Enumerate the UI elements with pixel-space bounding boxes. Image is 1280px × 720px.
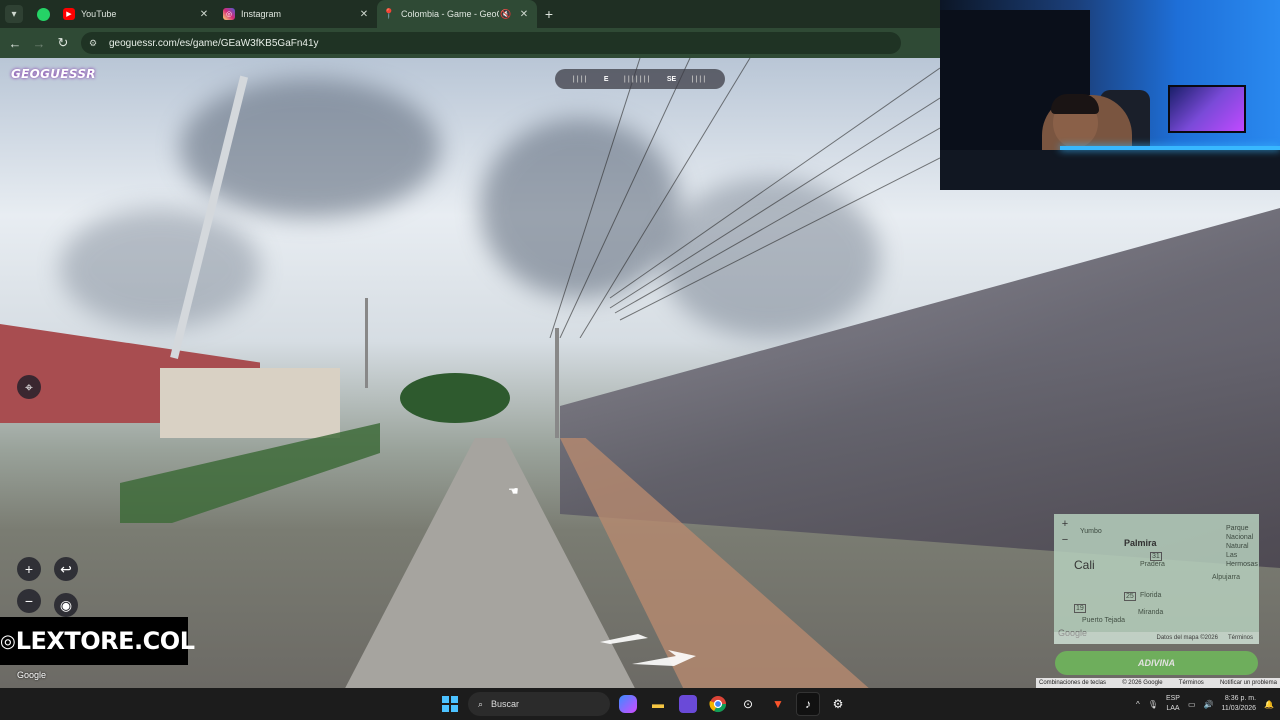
forward-icon[interactable]: →	[27, 36, 51, 51]
volume-icon[interactable]: 🔊	[1204, 700, 1214, 709]
tiktok-icon[interactable]: ♪	[796, 692, 820, 716]
hand-cursor-icon: ☚	[508, 484, 519, 498]
network-icon[interactable]: ▭	[1188, 700, 1196, 709]
place-pradera: Pradera	[1140, 561, 1165, 568]
tab-title: Colombia - Game - GeoGu	[401, 9, 499, 19]
tab-geoguessr[interactable]: 📍 Colombia - Game - GeoGu 🔇 ✕	[377, 0, 537, 28]
file-explorer-icon[interactable]: ▬	[646, 692, 670, 716]
notifications-icon[interactable]: 🔔	[1264, 700, 1274, 709]
url-field[interactable]: ⚙ geoguessr.com/es/game/GEaW3fKB5GaFn41y	[81, 32, 901, 54]
keyboard-shortcuts-link[interactable]: Combinaciones de teclas	[1039, 680, 1106, 686]
streamer-watermark: ◎ LEXTORE.COL	[0, 617, 195, 665]
time-text: 8:36 p. m.	[1224, 695, 1257, 702]
date-text: 11/03/2026	[1221, 705, 1257, 712]
layout-code: LAA	[1166, 705, 1180, 712]
chevron-up-icon[interactable]: ^	[1136, 700, 1140, 709]
place-puerto-tejada: Puerto Tejada	[1082, 617, 1126, 624]
road-shield: 31	[1150, 552, 1162, 561]
place-parque: Parque Nacional Natural Las Hermosas	[1226, 525, 1258, 568]
windows-taskbar: ⌕ Buscar ▬ ⊙ ▼ ♪ ⚙ ^ 🎙 ESP LAA ▭ 🔊 8:36 …	[0, 688, 1280, 720]
taskbar-search[interactable]: ⌕ Buscar	[468, 692, 610, 716]
place-miranda: Miranda	[1138, 609, 1164, 616]
search-icon: ⌕	[478, 698, 484, 709]
undo-move-icon[interactable]: ↩	[54, 557, 78, 581]
compass-bar: |||| E ||||||| SE ||||	[555, 69, 725, 89]
close-tab-icon[interactable]: ✕	[517, 9, 531, 20]
map-pin-icon: 📍	[382, 8, 396, 20]
return-to-start-icon[interactable]: ◉	[54, 593, 78, 617]
language-indicator[interactable]: ESP LAA	[1166, 694, 1180, 714]
place-alpujarra: Alpujarra	[1212, 574, 1241, 581]
map-attribution: Datos del mapa ©2026 Términos	[1054, 632, 1259, 644]
microphone-icon[interactable]: 🎙	[1148, 700, 1158, 709]
instagram-icon: ◎	[223, 8, 235, 20]
copyright-text: © 2026 Google	[1122, 680, 1163, 686]
new-tab-button[interactable]: +	[537, 0, 561, 28]
site-info-icon[interactable]: ⚙	[89, 38, 103, 49]
road-shield: 25	[1124, 592, 1136, 601]
guess-button[interactable]: ADIVINA	[1055, 651, 1258, 675]
tab-instagram[interactable]: ◎ Instagram ✕	[217, 0, 377, 28]
zoom-out-button[interactable]: −	[17, 589, 41, 613]
close-tab-icon[interactable]: ✕	[197, 9, 211, 20]
whatsapp-icon	[36, 7, 50, 21]
browser-tab-bar: ▾ ▶ YouTube ✕ ◎ Instagram ✕ 📍 Colombia -…	[0, 0, 940, 28]
geoguessr-logo[interactable]: GEOGUESSR	[11, 67, 96, 81]
place-cali: Cali	[1074, 558, 1095, 572]
zoom-in-button[interactable]: +	[17, 557, 41, 581]
brave-icon[interactable]: ▼	[766, 692, 790, 716]
windows-start-icon[interactable]	[438, 692, 462, 716]
screen: ▾ ▶ YouTube ✕ ◎ Instagram ✕ 📍 Colombia -…	[0, 0, 1280, 720]
map-data-credit: Datos del mapa ©2026	[1156, 635, 1218, 641]
muted-speaker-icon[interactable]: 🔇	[499, 9, 513, 20]
guess-minimap[interactable]: + − Yumbo Palmira Cali Pradera Parque Na…	[1054, 514, 1259, 644]
reload-icon[interactable]: ↻	[51, 35, 75, 51]
close-tab-icon[interactable]: ✕	[357, 9, 371, 20]
place-florida: Florida	[1140, 592, 1162, 599]
tab-youtube[interactable]: ▶ YouTube ✕	[57, 0, 217, 28]
copilot-icon[interactable]	[619, 695, 637, 713]
place-palmira: Palmira	[1124, 538, 1157, 548]
language-code: ESP	[1165, 695, 1180, 702]
chrome-icon[interactable]	[706, 692, 730, 716]
compass-southeast: SE	[666, 75, 677, 83]
movement-arrows[interactable]	[598, 630, 708, 670]
tab-title: YouTube	[81, 9, 117, 19]
road-shield: 19	[1074, 604, 1086, 613]
address-bar-row: ← → ↻ ⚙ geoguessr.com/es/game/GEaW3fKB5G…	[0, 28, 940, 58]
instagram-icon: ◎	[0, 630, 16, 651]
map-footer-links: Combinaciones de teclas © 2026 Google Té…	[1036, 678, 1280, 688]
tab-search-menu-icon[interactable]: ▾	[5, 5, 23, 23]
map-zoom-in-button[interactable]: +	[1058, 518, 1072, 532]
settings-icon[interactable]: ⚙	[826, 692, 850, 716]
map-terms-link[interactable]: Términos	[1228, 635, 1253, 641]
webcam-overlay	[940, 0, 1280, 190]
youtube-icon: ▶	[63, 8, 75, 20]
place-yumbo: Yumbo	[1080, 528, 1102, 535]
tab-title: Instagram	[241, 9, 282, 19]
app-notification-icon[interactable]: ⊙	[736, 692, 760, 716]
report-problem-link[interactable]: Notificar un problema	[1220, 680, 1277, 686]
pinned-tab-whatsapp[interactable]	[29, 0, 57, 28]
back-icon[interactable]: ←	[3, 36, 27, 51]
search-placeholder: Buscar	[491, 699, 520, 709]
terms-link[interactable]: Términos	[1179, 680, 1204, 686]
background-monitor	[1168, 85, 1246, 133]
compass-east: E	[603, 75, 609, 83]
set-checkpoint-icon[interactable]: ⌖	[17, 375, 41, 399]
google-logo: Google	[17, 670, 47, 680]
map-zoom-out-button[interactable]: −	[1058, 534, 1072, 548]
app-icon[interactable]	[679, 695, 697, 713]
streamer-handle: LEXTORE.COL	[15, 627, 195, 655]
url-text: geoguessr.com/es/game/GEaW3fKB5GaFn41y	[109, 37, 319, 49]
clock[interactable]: 8:36 p. m. 11/03/2026	[1222, 694, 1257, 714]
